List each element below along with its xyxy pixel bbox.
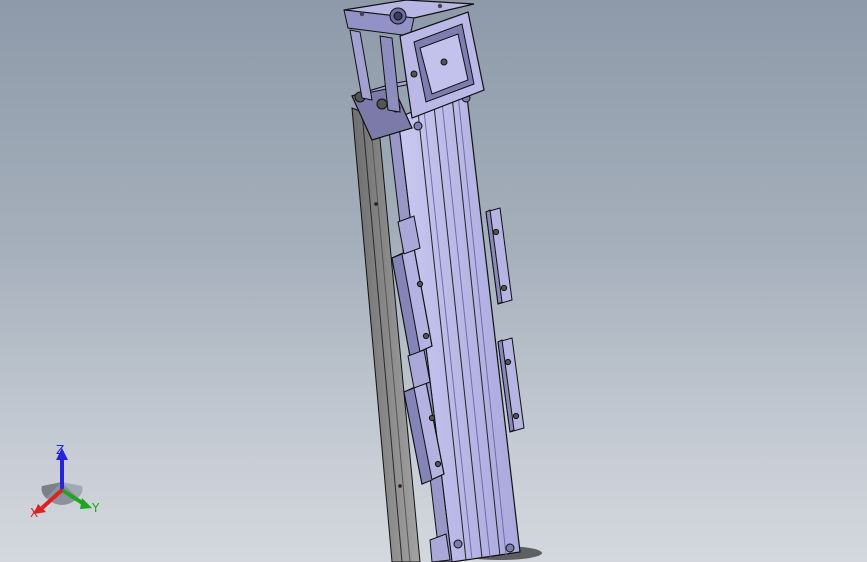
x-axis-label: X (30, 506, 39, 520)
view-orientation-triad[interactable]: Z Y X (22, 443, 112, 522)
z-axis-label: Z (56, 443, 65, 457)
linear-module-model[interactable] (0, 0, 867, 562)
y-axis-label: Y (92, 501, 100, 515)
cap-screw (376, 98, 388, 110)
mount-hole (505, 543, 515, 553)
rail-screw (374, 202, 378, 206)
graphics-viewport[interactable]: Z Y X (0, 0, 867, 562)
slider-carriage-bottom (429, 533, 451, 562)
mount-hole (453, 539, 463, 549)
rail-screw (398, 484, 402, 488)
mount-hole (413, 121, 423, 131)
